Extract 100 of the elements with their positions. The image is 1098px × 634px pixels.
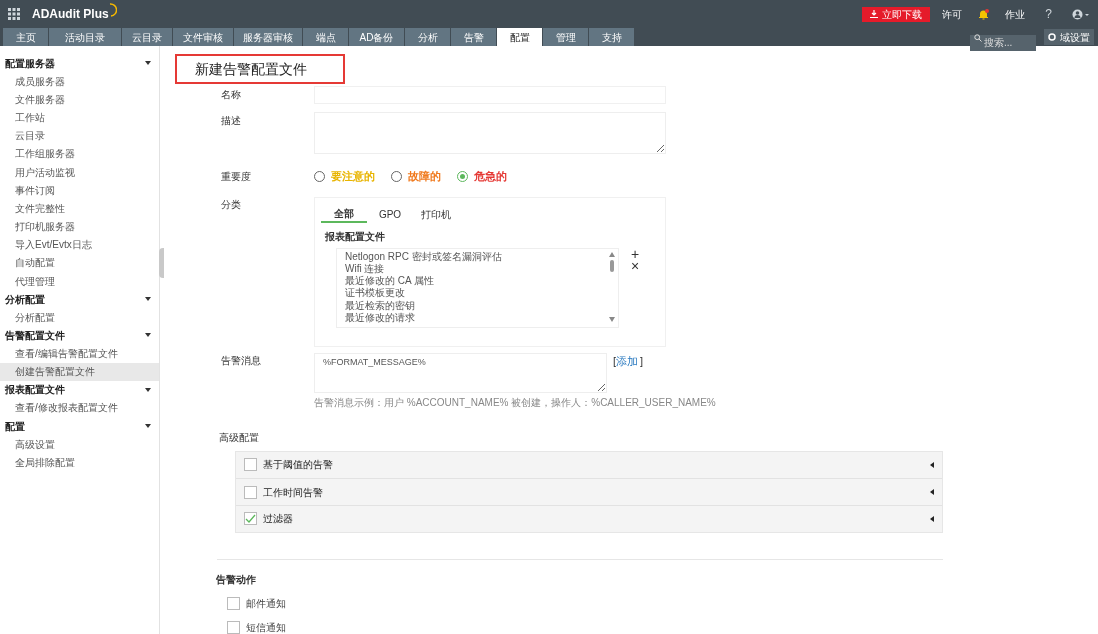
severity-label: 危急的 — [474, 169, 507, 184]
row-label: 过滤器 — [263, 512, 294, 527]
sidebar-item[interactable]: 代理管理 — [0, 272, 159, 291]
bracket-text: ] — [640, 353, 644, 369]
row-label: 基于阈值的告警 — [263, 458, 334, 473]
category-tab[interactable]: GPO — [367, 205, 413, 223]
search-icon — [974, 34, 982, 42]
nav-tab[interactable]: 分析 — [405, 28, 450, 46]
list-option[interactable]: Netlogon RPC 密封或签名漏洞评估 — [345, 250, 618, 263]
checkbox[interactable] — [227, 597, 240, 611]
nav-tab[interactable]: 文件审核 — [173, 28, 233, 46]
accordion-row[interactable]: 过滤器 — [236, 504, 942, 532]
field-label: 描述 — [220, 114, 242, 128]
sidebar-item[interactable]: 云目录 — [0, 126, 159, 145]
checkbox[interactable] — [244, 485, 257, 499]
checked-checkbox[interactable] — [244, 512, 257, 526]
nav-tab[interactable]: 管理 — [543, 28, 588, 46]
remove-icon[interactable]: × — [631, 259, 640, 272]
sidebar-item[interactable]: 工作站 — [0, 108, 159, 127]
nav-tab[interactable]: 活动目录 — [49, 28, 121, 46]
field-label: 分类 — [220, 197, 242, 212]
caret-icon[interactable] — [145, 387, 151, 392]
section-title: 告警动作 — [215, 572, 257, 587]
message-hint: 告警消息示例：用户 %ACCOUNT_NAME% 被创建，操作人：%CALLER_USER_NAME% — [314, 395, 716, 410]
sidebar-item[interactable]: 全局排除配置 — [0, 453, 159, 472]
checkbox[interactable] — [227, 621, 240, 634]
caret-icon[interactable] — [930, 461, 934, 468]
apps-grid-icon[interactable] — [8, 8, 20, 20]
bell-icon[interactable] — [978, 8, 990, 20]
sidebar-item[interactable]: 查看/编辑告警配置文件 — [0, 344, 159, 363]
sidebar-item[interactable]: 文件服务器 — [0, 90, 159, 109]
sidebar-item[interactable]: 打印机服务器 — [0, 217, 159, 236]
message-input[interactable]: %FORMAT_MESSAGE% — [314, 352, 607, 393]
list-option[interactable]: 最近检索的密钥 — [345, 299, 618, 312]
scrollbar-icon[interactable] — [608, 251, 616, 322]
add-icon[interactable]: + — [631, 247, 640, 260]
severity-radio[interactable]: 危急的 — [457, 168, 507, 185]
sidebar-item[interactable]: 创建告警配置文件 — [0, 362, 159, 381]
checkbox-label: 短信通知 — [246, 621, 286, 634]
add-link[interactable]: 添加 — [616, 352, 639, 369]
section-label: 报表配置文件 — [325, 229, 386, 244]
sidebar-item[interactable]: 导入Evt/Evtx日志 — [0, 235, 159, 254]
nav-tab[interactable]: 云目录 — [122, 28, 172, 46]
page-title: 新建告警配置文件 — [195, 59, 307, 79]
logo-arc-icon — [108, 3, 117, 17]
list-option[interactable]: 最近修改的请求 — [345, 312, 618, 325]
accordion-row[interactable]: 基于阈值的告警 — [236, 451, 942, 479]
license-link[interactable]: 许可 — [942, 6, 963, 22]
caret-icon[interactable] — [145, 424, 151, 428]
download-button[interactable]: 立即下载 — [862, 6, 931, 22]
help-link[interactable]: ? — [1045, 5, 1052, 23]
description-input[interactable] — [314, 112, 666, 154]
sidebar-item[interactable]: 自动配置 — [0, 253, 159, 273]
nav-tab[interactable]: 告警 — [451, 28, 496, 46]
sidebar-section-title[interactable]: 配置服务器 — [5, 55, 55, 71]
nav-tab[interactable]: AD备份 — [349, 28, 404, 46]
field-label: 告警消息 — [220, 353, 262, 368]
nav-tab[interactable]: 主页 — [3, 28, 48, 46]
user-avatar-icon[interactable] — [1072, 8, 1090, 20]
accordion-row[interactable]: 工作时间告警 — [236, 478, 942, 505]
category-tab[interactable]: 打印机 — [413, 205, 459, 223]
caret-icon[interactable] — [145, 297, 151, 302]
domain-settings-button[interactable]: 域设置 — [1044, 29, 1094, 45]
list-option[interactable]: 最近修改的 CA 属性 — [345, 275, 618, 288]
search-field[interactable]: 搜索... — [970, 34, 1036, 51]
nav-tab[interactable]: 支持 — [589, 28, 634, 46]
caret-icon[interactable] — [930, 515, 934, 522]
nav-tab[interactable]: 配置 — [497, 28, 542, 46]
checkbox-label: 邮件通知 — [246, 597, 286, 612]
report-profile-list[interactable]: Netlogon RPC 密封或签名漏洞评估 Wifi 连接 最近修改的 CA 属性 证书模板更改 最近检索的密钥 最近修改的请求 — [336, 247, 619, 328]
sidebar-item[interactable]: 查看/修改报表配置文件 — [0, 398, 159, 417]
sidebar-item[interactable]: 文件完整性 — [0, 199, 159, 218]
sidebar-item[interactable]: 工作组服务器 — [0, 144, 159, 163]
bracket-text: [ — [613, 353, 617, 369]
collapse-handle[interactable] — [159, 248, 164, 278]
sidebar-section-title[interactable]: 分析配置 — [5, 291, 45, 307]
sidebar-section-title[interactable]: 报表配置文件 — [5, 382, 65, 398]
sidebar-item[interactable]: 分析配置 — [0, 308, 159, 327]
nav-tab[interactable]: 端点 — [303, 28, 348, 46]
severity-label: 故障的 — [408, 169, 441, 184]
gear-icon — [1048, 33, 1056, 41]
download-icon — [870, 10, 879, 18]
sidebar-item[interactable]: 成员服务器 — [0, 72, 159, 91]
severity-label: 要注意的 — [331, 169, 375, 184]
row-label: 工作时间告警 — [263, 485, 324, 500]
list-option[interactable]: Wifi 连接 — [345, 262, 618, 276]
checkbox[interactable] — [244, 458, 257, 472]
sidebar-item[interactable]: 高级设置 — [0, 435, 159, 454]
sidebar-section-title[interactable]: 配置 — [5, 418, 25, 434]
jobs-link[interactable]: 作业 — [1005, 6, 1026, 22]
caret-icon[interactable] — [145, 333, 151, 338]
caret-icon[interactable] — [930, 489, 934, 496]
sidebar-item[interactable]: 用户活动监视 — [0, 162, 159, 182]
sidebar-section-title[interactable]: 告警配置文件 — [5, 327, 65, 343]
category-tab[interactable]: 全部 — [321, 205, 367, 223]
list-option[interactable]: 证书模板更改 — [345, 287, 618, 300]
field-label: 重要度 — [220, 169, 252, 184]
caret-icon[interactable] — [145, 61, 151, 65]
nav-tab[interactable]: 服务器审核 — [234, 28, 302, 46]
sidebar-item[interactable]: 事件订阅 — [0, 181, 159, 200]
